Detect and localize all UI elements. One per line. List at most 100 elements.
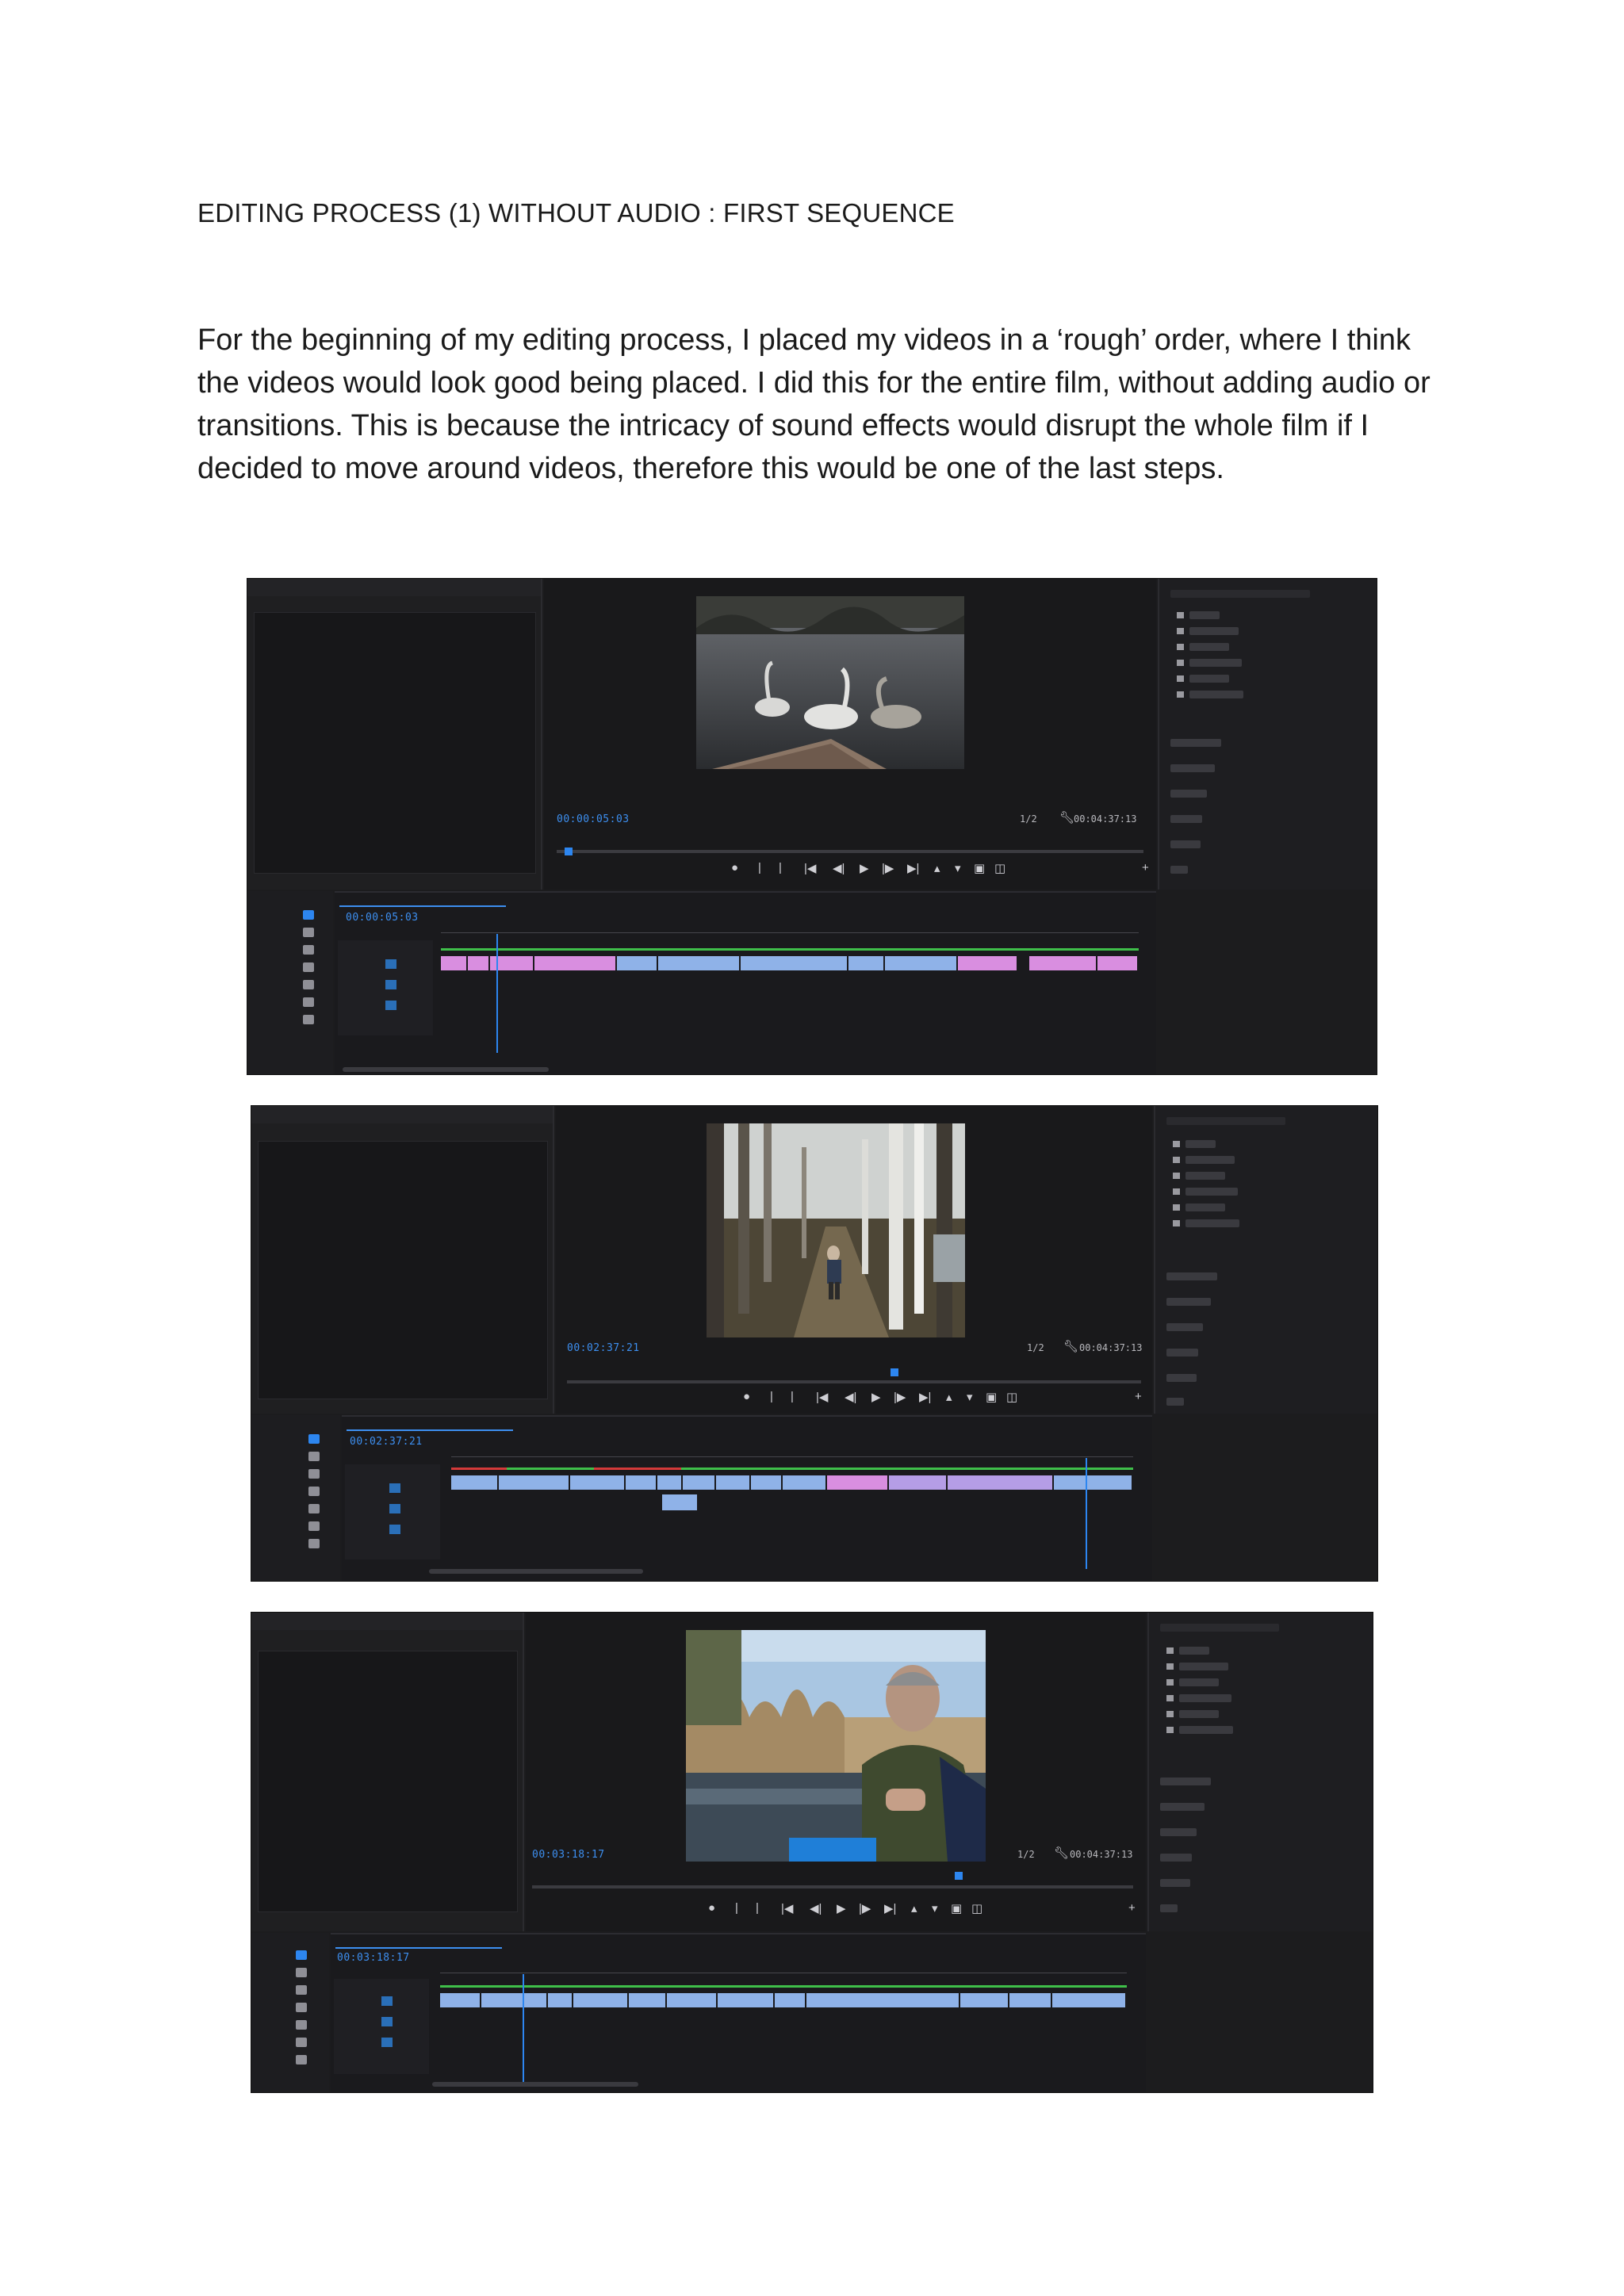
add-button-icon[interactable]: +: [1135, 1390, 1142, 1403]
clip[interactable]: [741, 956, 848, 970]
ripple-tool-icon[interactable]: [296, 1985, 307, 1995]
clip[interactable]: [683, 1475, 716, 1490]
lift-icon[interactable]: ▴: [946, 1390, 952, 1404]
clip[interactable]: [751, 1475, 783, 1490]
hand-tool-icon[interactable]: [308, 1539, 320, 1548]
tab-essential-graphics[interactable]: [515, 1938, 570, 1949]
clip[interactable]: [1054, 1475, 1133, 1490]
slip-tool-icon[interactable]: [296, 2020, 307, 2030]
lift-icon[interactable]: ▴: [934, 861, 940, 875]
camera-icon[interactable]: ▣: [974, 861, 985, 875]
clip[interactable]: [451, 1475, 499, 1490]
clip[interactable]: [441, 956, 468, 970]
lift-icon[interactable]: ▴: [911, 1901, 917, 1915]
track-select-tool-icon[interactable]: [308, 1452, 320, 1461]
extract-icon[interactable]: ▾: [955, 861, 961, 875]
go-to-in-icon[interactable]: |◀: [804, 861, 816, 875]
export-frame-icon[interactable]: ◫: [971, 1901, 982, 1915]
clip[interactable]: [889, 1475, 948, 1490]
step-back-icon[interactable]: ◀|: [845, 1390, 856, 1404]
play-icon[interactable]: ▶: [860, 861, 869, 875]
marker-icon[interactable]: ●: [743, 1390, 750, 1403]
monitor-playhead[interactable]: [955, 1872, 963, 1880]
tab-sequence[interactable]: [347, 1420, 513, 1431]
step-forward-icon[interactable]: |▶: [894, 1390, 906, 1404]
fit-dropdown[interactable]: 1/2: [1020, 813, 1037, 825]
clip[interactable]: [1097, 956, 1139, 970]
clip[interactable]: [658, 956, 741, 970]
slip-tool-icon[interactable]: [303, 980, 314, 989]
go-to-out-icon[interactable]: ▶|: [907, 861, 919, 875]
tab-sequence[interactable]: [339, 896, 506, 907]
hand-tool-icon[interactable]: [303, 1015, 314, 1024]
clip[interactable]: [958, 956, 1018, 970]
clip[interactable]: [573, 1993, 629, 2007]
slip-tool-icon[interactable]: [308, 1504, 320, 1513]
mark-in-icon[interactable]: |: [770, 1390, 773, 1403]
tab-essential-graphics[interactable]: [519, 896, 574, 907]
ripple-tool-icon[interactable]: [308, 1469, 320, 1479]
fit-dropdown[interactable]: 1/2: [1027, 1342, 1044, 1353]
clip[interactable]: [617, 956, 658, 970]
clip[interactable]: [499, 1475, 570, 1490]
step-back-icon[interactable]: ◀|: [810, 1901, 822, 1915]
step-forward-icon[interactable]: |▶: [882, 861, 894, 875]
clip[interactable]: [667, 1993, 718, 2007]
clip[interactable]: [657, 1475, 683, 1490]
mark-in-icon[interactable]: |: [758, 861, 761, 874]
wrench-icon[interactable]: 🔧︎: [1054, 1846, 1069, 1860]
razor-tool-icon[interactable]: [303, 962, 314, 972]
clip[interactable]: [718, 1993, 775, 2007]
ripple-tool-icon[interactable]: [303, 945, 314, 955]
step-forward-icon[interactable]: |▶: [859, 1901, 871, 1915]
clip[interactable]: [827, 1475, 889, 1490]
tab-sequence[interactable]: [335, 1938, 502, 1949]
clip[interactable]: [783, 1475, 827, 1490]
monitor-scrubber[interactable]: [557, 850, 1143, 853]
go-to-out-icon[interactable]: ▶|: [919, 1390, 931, 1404]
pen-tool-icon[interactable]: [308, 1521, 320, 1531]
clip[interactable]: [1052, 1993, 1127, 2007]
hand-tool-icon[interactable]: [296, 2055, 307, 2064]
timeline-scrollbar[interactable]: [432, 2082, 638, 2087]
clip[interactable]: [885, 956, 958, 970]
mark-in-icon[interactable]: |: [735, 1901, 738, 1915]
clip[interactable]: [570, 1475, 626, 1490]
timeline-playhead[interactable]: [522, 1974, 524, 2085]
monitor-playhead[interactable]: [890, 1368, 898, 1376]
add-button-icon[interactable]: +: [1128, 1901, 1136, 1915]
selection-tool-icon[interactable]: [303, 910, 314, 920]
marker-icon[interactable]: ●: [708, 1901, 715, 1915]
extract-icon[interactable]: ▾: [932, 1901, 938, 1915]
monitor-playhead[interactable]: [564, 848, 573, 855]
play-icon[interactable]: ▶: [837, 1901, 846, 1915]
clip[interactable]: [629, 1993, 667, 2007]
clip[interactable]: [716, 1475, 751, 1490]
clip[interactable]: [1029, 956, 1097, 970]
clip[interactable]: [548, 1993, 573, 2007]
clip[interactable]: [481, 1993, 548, 2007]
camera-icon[interactable]: ▣: [951, 1901, 962, 1915]
clip[interactable]: [848, 956, 885, 970]
clip[interactable]: [775, 1993, 806, 2007]
extract-icon[interactable]: ▾: [967, 1390, 973, 1404]
clip[interactable]: [534, 956, 617, 970]
monitor-scrubber[interactable]: [567, 1380, 1141, 1383]
mark-out-icon[interactable]: |: [756, 1901, 759, 1915]
clip[interactable]: [948, 1475, 1054, 1490]
clip[interactable]: [440, 1993, 481, 2007]
pen-tool-icon[interactable]: [296, 2038, 307, 2047]
camera-icon[interactable]: ▣: [986, 1390, 997, 1404]
tab-essential-graphics[interactable]: [526, 1420, 581, 1431]
play-icon[interactable]: ▶: [871, 1390, 881, 1404]
wrench-icon[interactable]: 🔧︎: [1063, 1339, 1078, 1353]
go-to-in-icon[interactable]: |◀: [816, 1390, 828, 1404]
timeline-scrollbar[interactable]: [343, 1067, 549, 1072]
wrench-icon[interactable]: 🔧︎: [1059, 810, 1074, 825]
clip[interactable]: [468, 956, 490, 970]
timeline-playhead[interactable]: [1085, 1458, 1087, 1569]
timeline-playhead[interactable]: [496, 934, 499, 1053]
export-frame-icon[interactable]: ◫: [1006, 1390, 1017, 1404]
clip[interactable]: [806, 1993, 960, 2007]
razor-tool-icon[interactable]: [308, 1487, 320, 1496]
